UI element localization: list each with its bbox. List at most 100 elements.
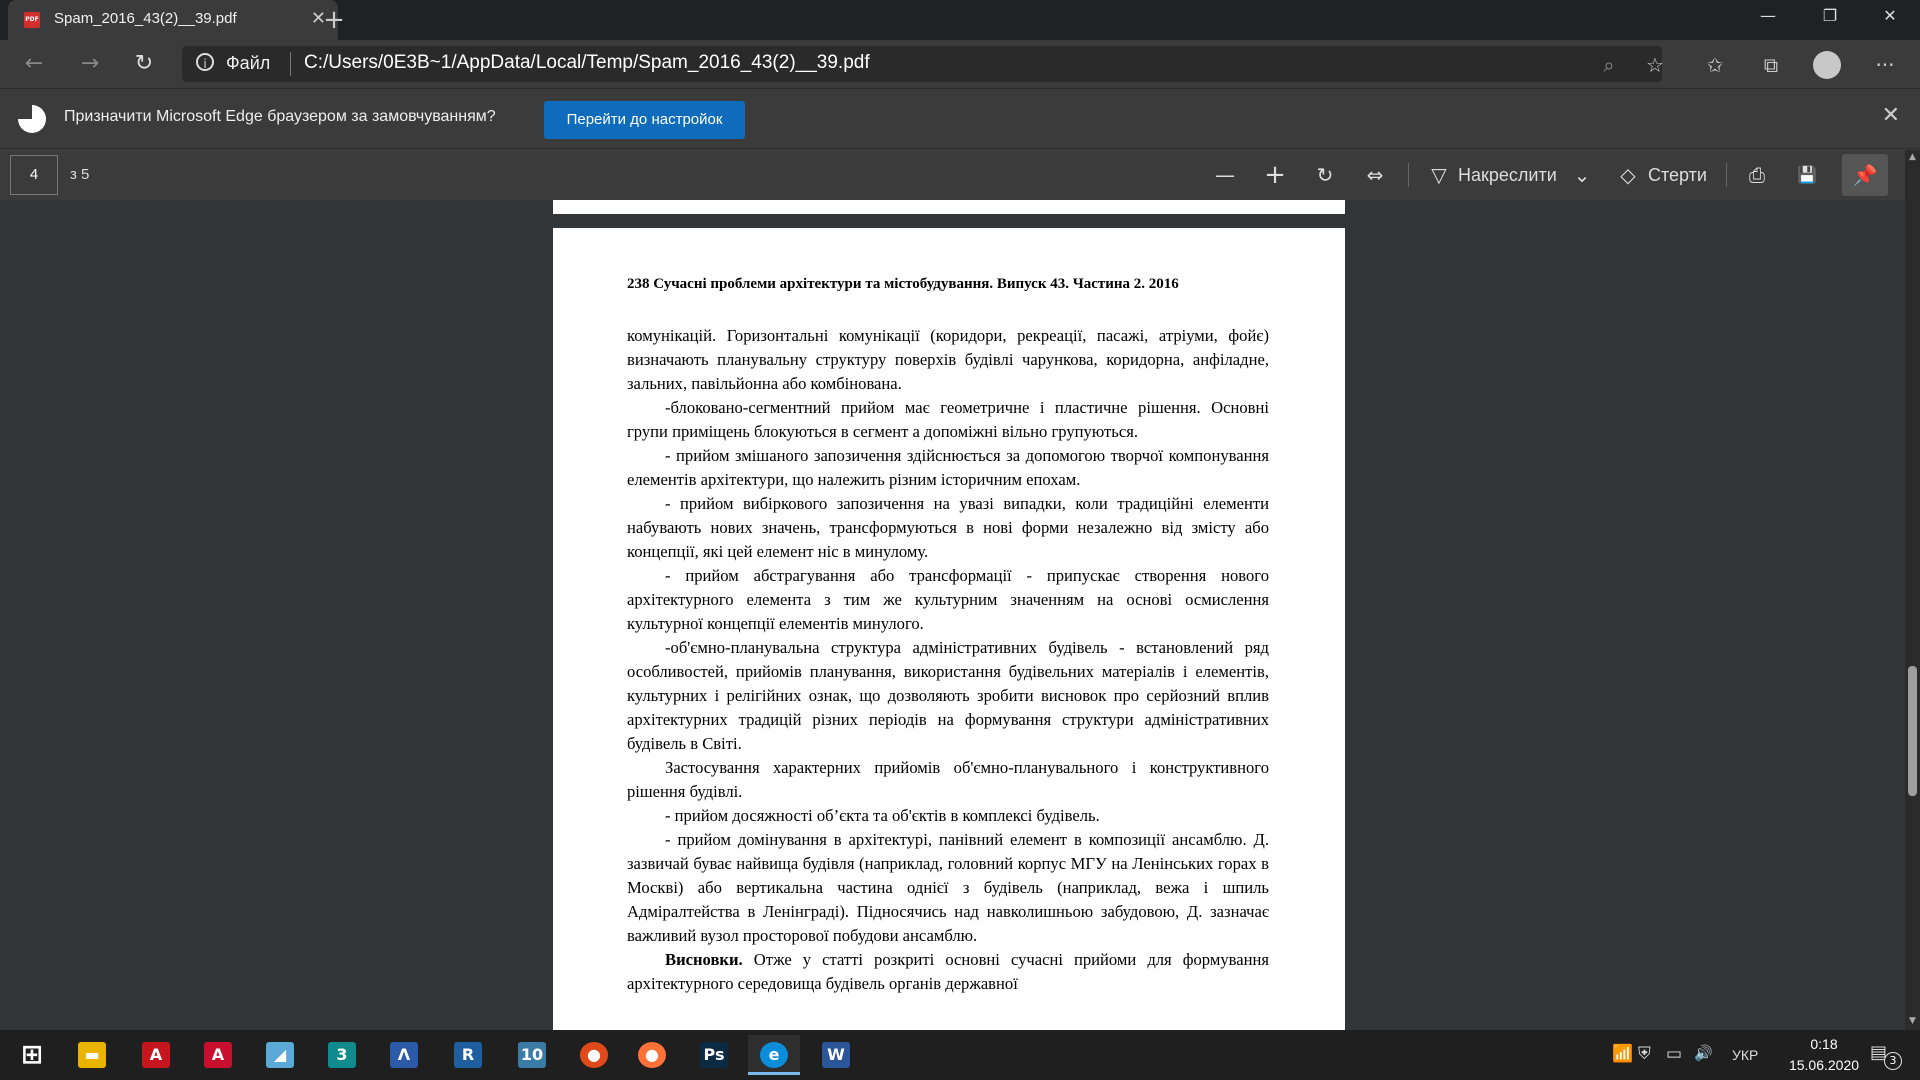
autocad-icon: A [204,1042,232,1068]
vertical-scrollbar[interactable]: ▲ ▼ [1905,150,1920,1030]
paragraph: -блоковано-сегментний прийом має геометр… [627,398,1269,441]
previous-page-edge [553,200,1345,214]
scrollbar-thumb[interactable] [1908,666,1917,796]
photoshop-icon: Ps [700,1042,728,1068]
paragraph: - прийом вибіркового запозичення на уваз… [627,494,1269,561]
paragraph: комунікацій. Горизонтальні комунікації (… [627,326,1269,393]
maximize-button[interactable]: ❐ [1800,0,1860,32]
refresh-button[interactable]: ↻ [128,48,160,80]
banner-close-icon[interactable]: ✕ [1882,103,1900,128]
taskbar-app-file-explorer[interactable]: ▬ [66,1035,118,1075]
profile-avatar[interactable] [1812,50,1842,80]
taskbar: ⊞ ▬ A A ◢ 3 Λ R 10 ● ● Ps e W 📶 ⛨ ▭ 🔊 УКР 0:18 15.06.… [0,1030,1920,1080]
paragraph: - прийом домінування в архітектурі, пані… [627,830,1269,945]
draw-icon[interactable]: ▽ [1428,161,1450,189]
pin-toolbar-icon[interactable]: 📌 [1842,154,1888,196]
taskbar-app-3ds-max[interactable]: 3 [316,1035,368,1075]
volume-icon[interactable]: 🔊 [1694,1044,1713,1062]
favorites-list-icon[interactable]: ✩ [1700,50,1730,80]
taskbar-app-firefox[interactable]: ● [626,1035,678,1075]
edge-icon: e [760,1042,788,1068]
print-icon[interactable]: ⎙ [1742,161,1772,189]
browser-tab[interactable]: PDF Spam_2016_43(2)__39.pdf ✕ [8,0,338,40]
page-number-input[interactable]: 4 [10,155,58,195]
paragraph: Застосування характерних прийомів об'ємн… [627,758,1269,801]
word-icon: W [822,1042,850,1068]
paragraph: - прийом досяжності об’єкта та об'єктів … [665,806,1100,825]
taskbar-app-start[interactable]: ⊞ [6,1035,58,1075]
security-icon[interactable]: ⛨ [1638,1044,1651,1064]
favorite-star-icon[interactable]: ☆ [1640,50,1670,80]
back-button[interactable]: ← [18,48,50,80]
paragraph: - прийом змішаного запозичення здійснюєт… [627,446,1269,489]
more-menu-icon[interactable]: ··· [1870,50,1900,80]
taskbar-app-paint[interactable]: ● [568,1035,620,1075]
language-indicator[interactable]: УКР [1732,1047,1758,1063]
go-to-settings-button[interactable]: Перейти до настройок [544,101,745,139]
page-body: комунікацій. Горизонтальні комунікації (… [627,324,1269,996]
pdf-page: 238 Сучасні проблеми архітектури та міст… [553,228,1345,1030]
firefox-icon: ● [638,1042,666,1068]
scroll-up-icon[interactable]: ▲ [1905,152,1920,162]
close-window-button[interactable]: ✕ [1860,0,1920,32]
page-count: з 5 [70,166,90,183]
taskbar-app-acrobat[interactable]: A [130,1035,182,1075]
notifications-button[interactable]: ▤ 3 [1870,1042,1902,1070]
conclusion-label: Висновки. [665,950,743,969]
taskbar-app-lumion[interactable]: 10 [506,1035,558,1075]
collections-icon[interactable]: ⧉ [1756,50,1786,80]
paint-icon: ● [580,1042,608,1068]
pdf-file-icon: PDF [24,12,40,28]
info-icon[interactable]: i [196,53,214,71]
zoom-out-icon[interactable]: — [1210,161,1240,189]
taskbar-app-archicad[interactable]: Λ [378,1035,430,1075]
taskbar-app-word[interactable]: W [810,1035,862,1075]
zoom-in-icon[interactable]: + [1260,161,1290,189]
toolbar-divider [1726,163,1727,187]
notification-count: 3 [1884,1052,1902,1070]
revit-icon: R [454,1042,482,1068]
toolbar-divider [1408,163,1409,187]
paragraph: -об'ємно-планувальна структура адміністр… [627,638,1269,753]
file-explorer-icon: ▬ [78,1042,106,1068]
battery-icon[interactable]: ▭ [1666,1044,1682,1064]
default-browser-banner: Призначити Microsoft Edge браузером за з… [0,88,1920,149]
fit-page-icon[interactable]: ⇔ [1360,161,1390,189]
scroll-down-icon[interactable]: ▼ [1905,1016,1920,1026]
clock[interactable]: 0:18 15.06.2020 [1764,1034,1884,1076]
url-text[interactable]: C:/Users/0E3B~1/AppData/Local/Temp/Spam_… [304,52,870,74]
forward-button[interactable]: → [74,48,106,80]
edge-logo-icon [18,105,46,133]
erase-button[interactable]: Стерти [1648,161,1718,189]
url-divider [290,52,291,76]
url-field[interactable]: i Файл C:/Users/0E3B~1/AppData/Local/Tem… [182,46,1662,82]
eraser-icon[interactable]: ◇ [1616,161,1640,189]
pdf-viewer[interactable]: 238 Сучасні проблеми архітектури та міст… [0,200,1905,1030]
clock-time: 0:18 [1810,1036,1838,1052]
taskbar-app-edge[interactable]: e [748,1035,800,1075]
3ds-max-icon: 3 [328,1042,356,1068]
taskbar-app-sketch-tool[interactable]: ◢ [254,1035,306,1075]
save-icon[interactable]: 💾 [1792,161,1822,189]
start-icon: ⊞ [21,1040,43,1070]
banner-message: Призначити Microsoft Edge браузером за з… [64,108,496,125]
zoom-icon[interactable]: ⌕ [1594,50,1624,80]
pdf-toolbar: 4 з 5 — + ↻ ⇔ ▽ Накреслити ⌄ ◇ Стерти ⎙ … [0,148,1920,201]
taskbar-app-autocad[interactable]: A [192,1035,244,1075]
network-icon[interactable]: 📶 [1612,1044,1633,1064]
lumion-icon: 10 [518,1042,546,1068]
running-head: 238 Сучасні проблеми архітектури та міст… [627,276,1179,292]
taskbar-app-revit[interactable]: R [442,1035,494,1075]
acrobat-icon: A [142,1042,170,1068]
avatar-icon [1813,51,1841,79]
rotate-icon[interactable]: ↻ [1310,161,1340,189]
minimize-button[interactable]: — [1738,0,1798,32]
conclusion-paragraph: Висновки. Отже у статті розкриті основні… [627,948,1269,996]
taskbar-app-photoshop[interactable]: Ps [688,1035,740,1075]
paragraph: - прийом абстрагування або трансформації… [627,566,1269,633]
archicad-icon: Λ [390,1042,418,1068]
draw-button[interactable]: Накреслити [1458,161,1557,189]
tab-title: Spam_2016_43(2)__39.pdf [54,10,237,27]
new-tab-button[interactable]: + [318,4,350,36]
chevron-down-icon[interactable]: ⌄ [1570,161,1594,189]
